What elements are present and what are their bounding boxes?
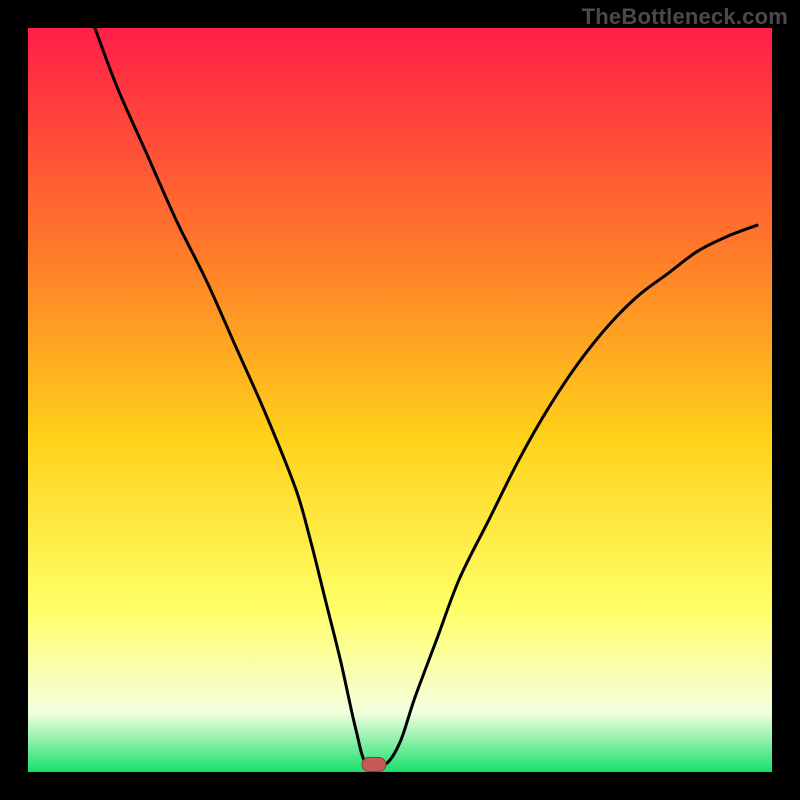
chart-frame: TheBottleneck.com [0,0,800,800]
bottleneck-chart [0,0,800,800]
optimum-marker [362,758,386,772]
watermark-text: TheBottleneck.com [582,4,788,30]
